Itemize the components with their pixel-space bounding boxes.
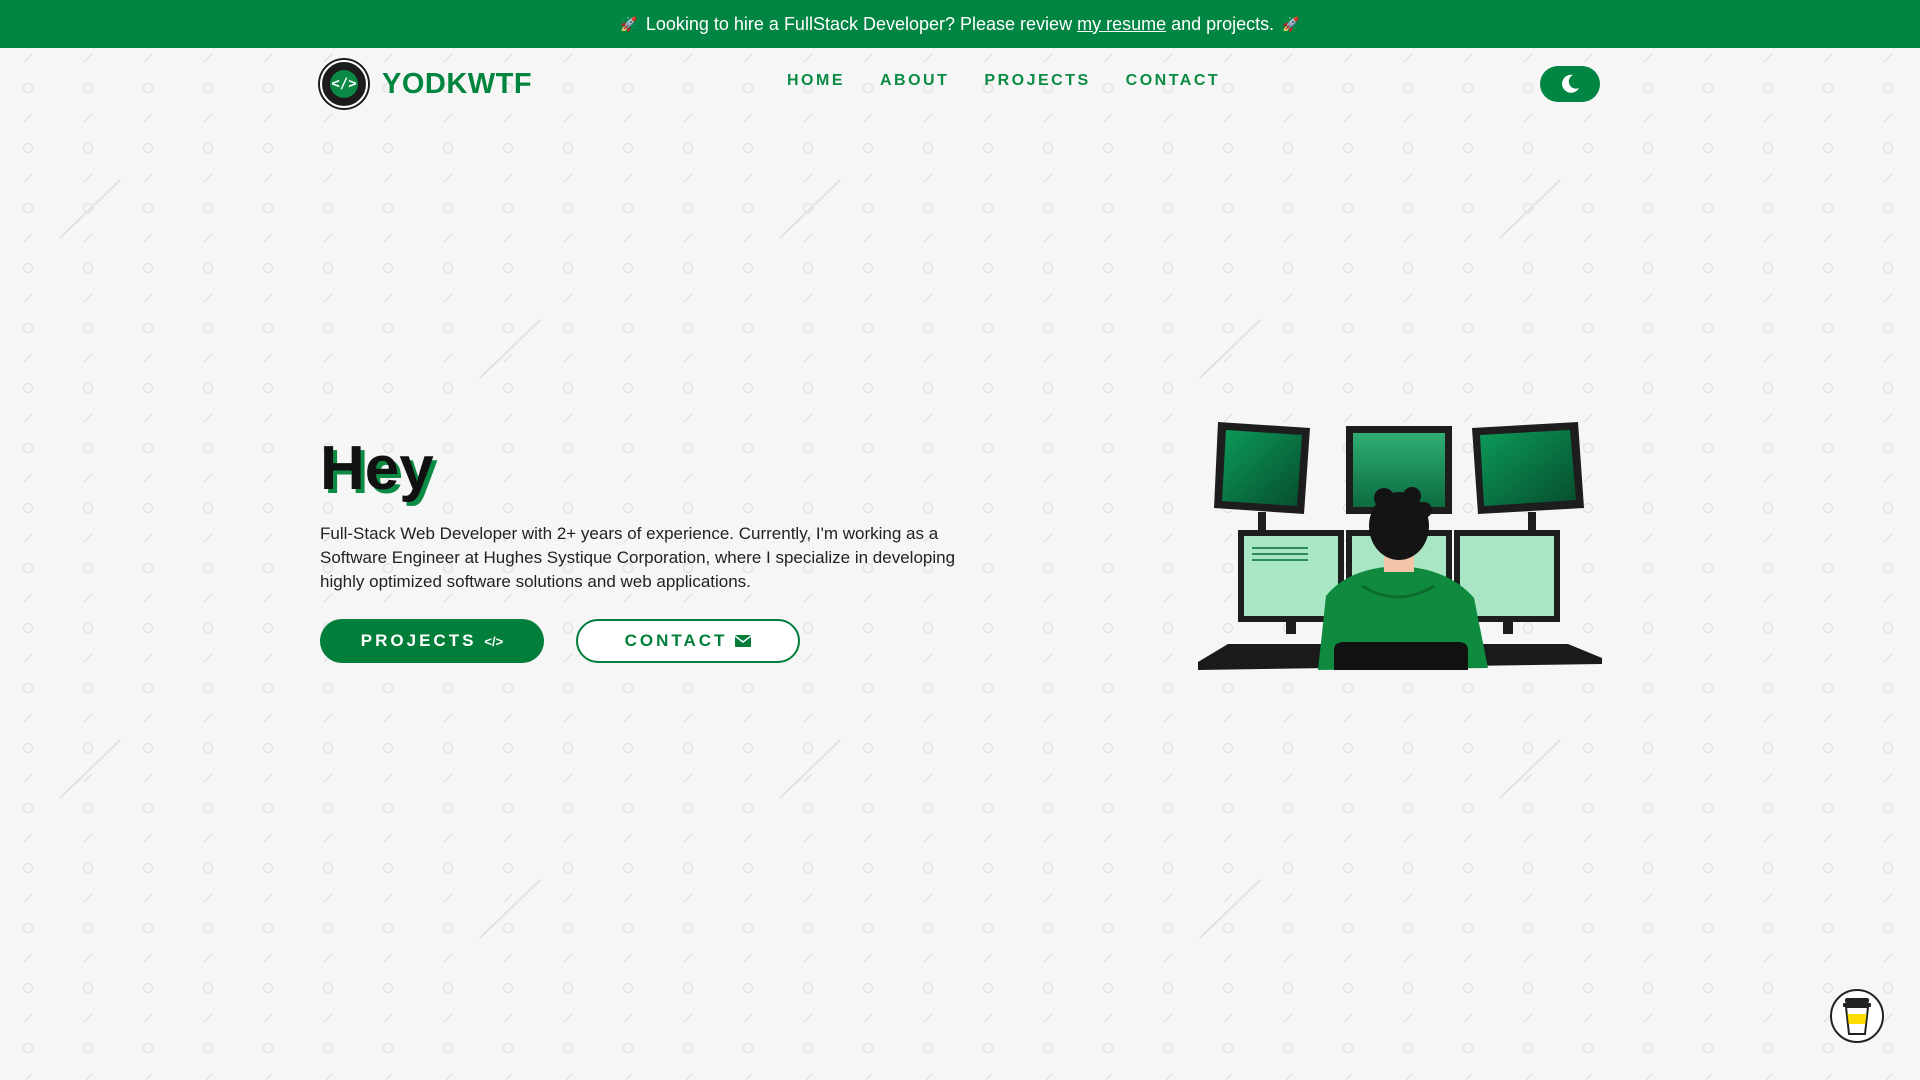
developer-illustration — [1198, 422, 1602, 670]
coffee-cup-icon — [1843, 998, 1871, 1035]
moon-icon — [1562, 74, 1579, 93]
background-pattern — [0, 48, 1920, 1080]
hero-description: Full-Stack Web Developer with 2+ years o… — [320, 524, 956, 591]
code-icon: </> — [484, 633, 504, 649]
contact-button[interactable]: CONTACT — [576, 619, 800, 663]
contact-button-label: CONTACT — [624, 631, 728, 650]
projects-button-label: PROJECTS — [360, 631, 477, 650]
navbar: </> YODKWTF HOME ABOUT PROJECTS CONTACT — [0, 48, 1920, 118]
projects-button[interactable]: PROJECTS </> — [320, 619, 544, 663]
resume-link[interactable]: my resume — [1077, 14, 1166, 35]
rocket-icon: 🚀 — [1282, 15, 1300, 32]
nav-menu: HOME ABOUT PROJECTS CONTACT — [787, 72, 1255, 90]
rocket-icon: 🚀 — [620, 15, 638, 32]
nav-item-about[interactable]: ABOUT — [880, 72, 949, 90]
buy-me-a-coffee-button[interactable] — [1830, 989, 1884, 1043]
banner-text-after: and projects. — [1171, 13, 1275, 34]
nav-item-projects[interactable]: PROJECTS — [984, 72, 1090, 90]
logo[interactable]: </> YODKWTF — [320, 60, 532, 108]
nav-item-home[interactable]: HOME — [787, 72, 845, 90]
theme-toggle-button[interactable] — [1540, 66, 1600, 102]
hero-title: Hey — [320, 434, 434, 503]
code-icon: </> — [320, 60, 368, 108]
hire-banner: 🚀 Looking to hire a FullStack Developer?… — [0, 0, 1920, 48]
envelope-icon — [735, 635, 752, 647]
logo-text: YODKWTF — [382, 67, 533, 100]
nav-item-contact[interactable]: CONTACT — [1126, 72, 1221, 90]
banner-text-before: Looking to hire a FullStack Developer? P… — [645, 13, 1073, 34]
